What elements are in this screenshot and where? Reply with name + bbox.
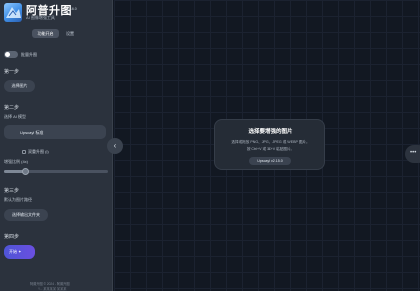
model-select-value: Upscayl 标准	[20, 130, 44, 135]
drop-zone[interactable]: 选择要增强的图片 选择或拖放 PNG、JPG、JPEG 或 WEBP 图片。 按…	[214, 119, 325, 170]
double-upscale-label: 双重升图 (i)	[28, 149, 49, 154]
tab-settings[interactable]: 设置	[61, 29, 79, 38]
model-select[interactable]: Upscayl 标准	[4, 125, 106, 139]
select-image-button[interactable]: 选择图片	[4, 80, 35, 92]
step1-title: 第一步	[4, 69, 20, 75]
scale-slider-thumb[interactable]	[22, 168, 29, 175]
scale-slider[interactable]	[4, 170, 108, 173]
more-horizontal-icon[interactable]: •••	[405, 145, 420, 163]
batch-toggle[interactable]	[4, 51, 18, 58]
footer-credit: Y... 某某某某 某某某	[38, 287, 67, 291]
step4-title: 第四步	[4, 234, 20, 240]
app-logo	[4, 3, 22, 22]
start-button-label: 开始	[9, 249, 17, 254]
step2-title: 第二步	[4, 105, 20, 111]
batch-toggle-label: 批量升图	[21, 52, 37, 57]
start-button[interactable]: 开始 ✦	[4, 245, 35, 259]
toggle-knob	[5, 52, 10, 57]
app-subtitle: AI 图像增强工具	[26, 15, 55, 20]
scale-label: 增强比例 (4x)	[4, 159, 28, 164]
tab-function[interactable]: 功能开启	[32, 29, 59, 38]
model-label: 选择 AI 模型	[4, 114, 27, 119]
drop-title: 选择要增强的图片	[248, 129, 293, 135]
version-badge: Upscayl v2.15.0	[249, 157, 291, 165]
output-hint: 默认为图片路径	[4, 197, 32, 202]
double-upscale-checkbox[interactable]	[22, 150, 26, 154]
drop-paste-hint: 按 Ctrl+V 或 ⌘+V 粘贴图片。	[246, 147, 295, 151]
chevron-left-icon[interactable]: ‹	[107, 138, 123, 154]
wand-icon: ✦	[18, 249, 22, 254]
app-version: 2.16.0	[67, 7, 77, 11]
sidebar: 阿普升图 2.16.0 AI 图像增强工具 功能开启 设置 批量升图 第一步 选…	[0, 0, 113, 291]
drop-description: 选择或拖放 PNG、JPG、JPEG 或 WEBP 图片。	[231, 140, 310, 144]
select-output-folder-button[interactable]: 选择输出文件夹	[4, 209, 48, 221]
step3-title: 第三步	[4, 188, 20, 194]
